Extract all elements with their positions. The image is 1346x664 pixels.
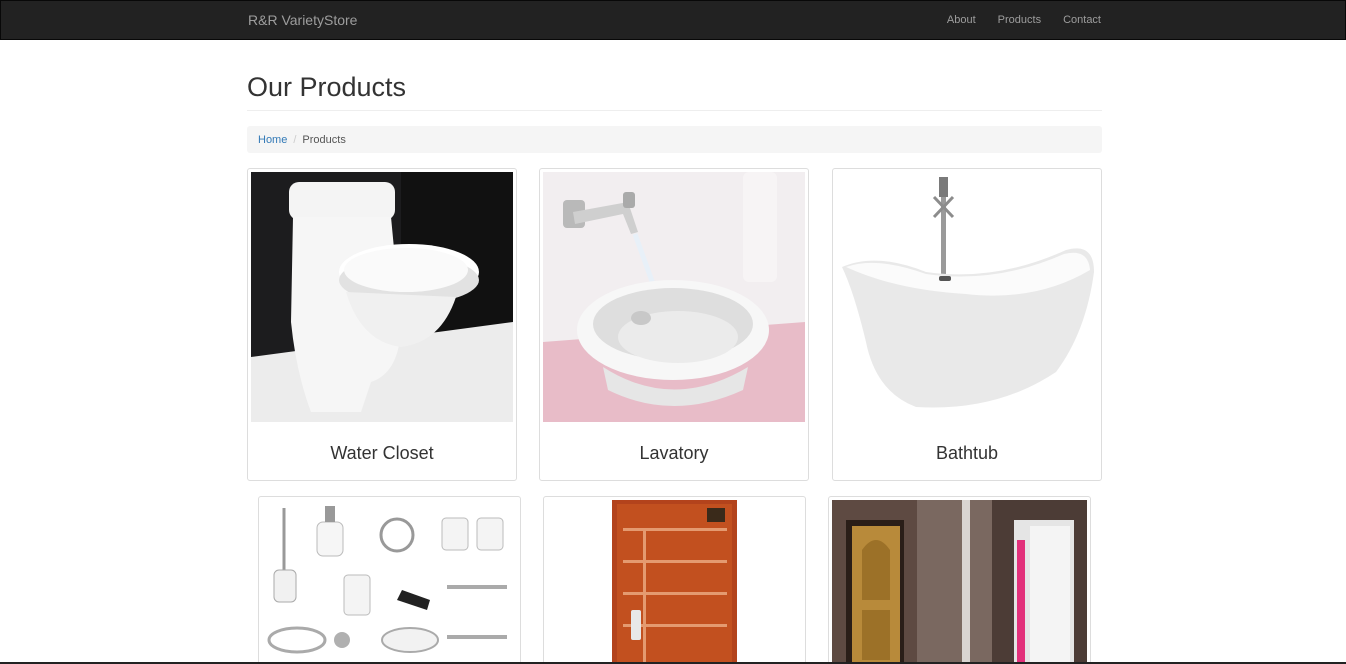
product-name: Bathtub bbox=[935, 443, 999, 463]
product-card-wooden-door[interactable] bbox=[543, 496, 806, 664]
product-card-accessories[interactable] bbox=[258, 496, 521, 664]
product-name: Water Closet bbox=[330, 443, 434, 463]
nav-link-products[interactable]: Products bbox=[998, 14, 1041, 26]
top-navbar: R&R VarietyStore About Products Contact bbox=[0, 0, 1346, 40]
breadcrumb-current: Products bbox=[302, 133, 346, 146]
breadcrumb-home-link[interactable]: Home bbox=[258, 134, 287, 146]
nav-links: About Products Contact bbox=[925, 1, 1101, 39]
wooden-door-image[interactable] bbox=[547, 500, 802, 664]
product-card-water-closet[interactable]: Water Closet bbox=[247, 168, 517, 481]
product-name: Lavatory bbox=[639, 443, 709, 463]
bathroom-accessories-image[interactable] bbox=[262, 500, 517, 664]
brand-link[interactable]: R&R VarietyStore bbox=[248, 12, 357, 28]
interior-doors-image[interactable] bbox=[832, 500, 1087, 664]
nav-link-about[interactable]: About bbox=[947, 14, 976, 26]
toilet-image[interactable] bbox=[251, 172, 513, 422]
nav-link-contact[interactable]: Contact bbox=[1063, 14, 1101, 26]
product-card-interior-doors[interactable] bbox=[828, 496, 1091, 664]
title-divider bbox=[247, 110, 1102, 111]
bathtub-image[interactable] bbox=[836, 172, 1098, 422]
product-card-lavatory[interactable]: Lavatory bbox=[539, 168, 809, 481]
page-title: Our Products bbox=[247, 72, 407, 102]
breadcrumb-separator: / bbox=[293, 133, 297, 146]
product-card-bathtub[interactable]: Bathtub bbox=[832, 168, 1102, 481]
breadcrumb: Home / Products bbox=[247, 126, 1102, 153]
sink-image[interactable] bbox=[543, 172, 805, 422]
